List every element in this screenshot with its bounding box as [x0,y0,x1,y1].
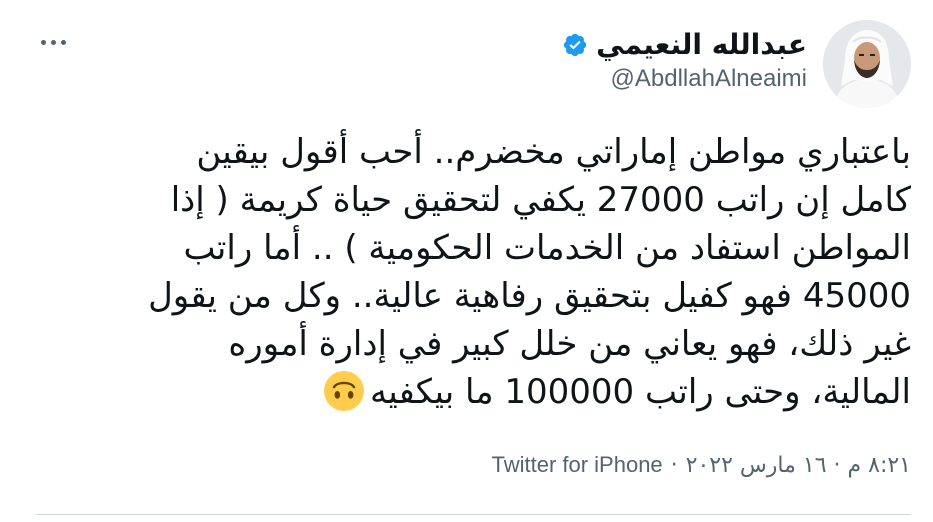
more-horizontal-icon [60,39,66,45]
tweet-source[interactable]: Twitter for iPhone [491,452,662,478]
tweet-text-line: 45000 فهو كفيل بتحقيق رفاهية عالية.. وكل… [148,276,911,316]
avatar[interactable] [823,20,911,108]
author-handle[interactable]: @AbdllahAlneaimi [562,64,807,94]
upside-down-face-emoji [324,371,364,411]
meta-separator: · [670,452,678,478]
more-options-button[interactable] [36,30,70,54]
tweet-text-line: المواطن استفاد من الخدمات الحكومية ) .. … [183,228,911,268]
avatar-portrait [823,20,911,108]
tweet-card: عبدالله النعيمي @AbdllahAlneaimi باعتبار… [0,0,933,522]
tweet-text-line: باعتباري مواطن إماراتي مخضرم.. أحب أقول … [196,132,911,172]
more-horizontal-icon [50,39,56,45]
tweet-text: باعتباري مواطن إماراتي مخضرم.. أحب أقول … [71,128,911,416]
tweet-text-line: كامل إن راتب 27000 يكفي لتحقيق حياة كريم… [170,180,911,220]
tweet-meta: ٨:٢١ م · ١٦ مارس ٢٠٢٢ · Twitter for iPho… [491,452,911,478]
author-block[interactable]: عبدالله النعيمي @AbdllahAlneaimi [562,28,807,94]
name-line: عبدالله النعيمي [562,28,807,62]
tweet-text-line: غير ذلك، فهو يعاني من خلل كبير في إدارة … [228,324,911,364]
verified-badge-icon [564,33,587,57]
more-horizontal-icon [40,39,46,45]
tweet-text-line-last: المالية، وحتى راتب 100000 ما بيكفيه [71,368,911,416]
divider [36,514,911,515]
tweet-timestamp[interactable]: ٨:٢١ م · ١٦ مارس ٢٠٢٢ [686,453,911,478]
tweet-text-line: المالية، وحتى راتب 100000 ما بيكفيه [370,372,911,412]
author-display-name[interactable]: عبدالله النعيمي [596,28,807,62]
